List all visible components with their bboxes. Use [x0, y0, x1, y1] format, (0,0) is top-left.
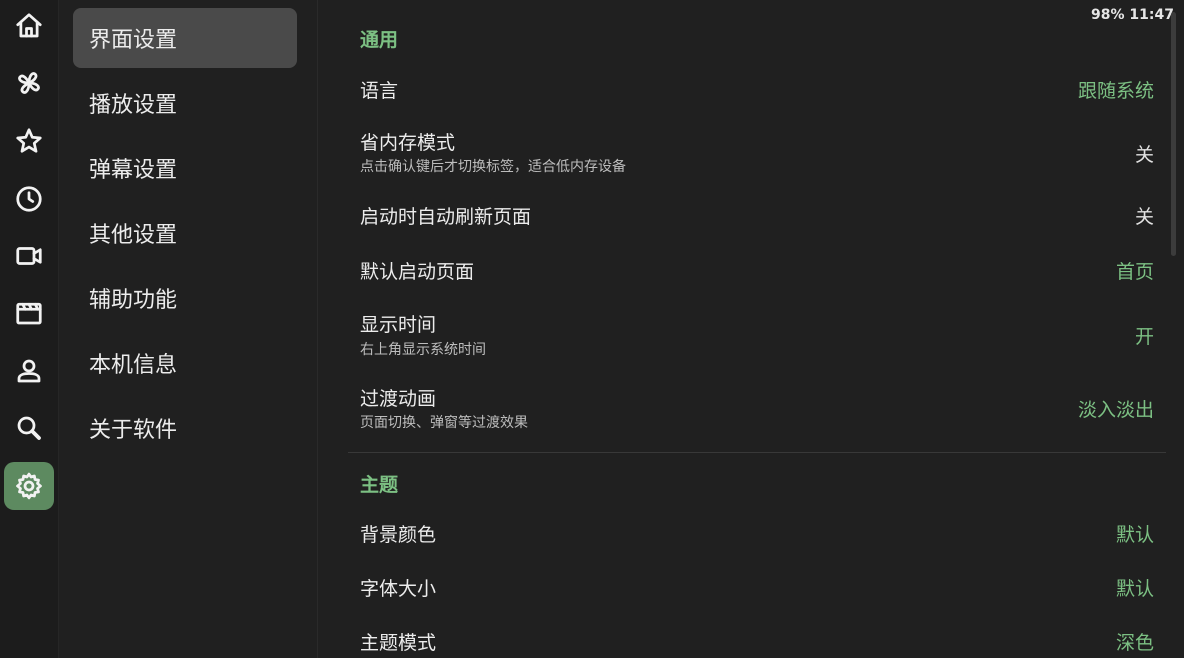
setting-description: 页面切换、弹窗等过渡效果 [360, 415, 528, 431]
setting-label: 语言 [360, 80, 399, 102]
menu-item-playback[interactable]: 播放设置 [73, 73, 297, 133]
setting-memory-saver[interactable]: 省内存模式 点击确认键后才切换标签，适合低内存设备 关 [360, 120, 1154, 184]
setting-default-page[interactable]: 默认启动页面 首页 [360, 243, 1154, 297]
setting-description: 右上角显示系统时间 [360, 342, 486, 358]
setting-value: 关 [1134, 206, 1154, 228]
setting-language[interactable]: 语言 跟随系统 [360, 60, 1154, 116]
menu-item-device-info[interactable]: 本机信息 [73, 333, 297, 393]
menu-item-label: 弹幕设置 [89, 158, 178, 183]
nav-history[interactable] [4, 175, 54, 223]
clapperboard-icon [16, 302, 42, 325]
setting-value: 深色 [1115, 632, 1154, 654]
setting-value: 开 [1134, 326, 1154, 348]
menu-item-label: 播放设置 [89, 93, 178, 118]
setting-label: 省内存模式 [360, 132, 456, 154]
setting-background-color[interactable]: 背景颜色 默认 [360, 506, 1154, 560]
menu-item-label: 界面设置 [89, 28, 178, 53]
setting-value: 跟随系统 [1077, 80, 1154, 102]
nav-settings[interactable] [4, 462, 54, 510]
setting-show-time[interactable]: 显示时间 右上角显示系统时间 开 [360, 302, 1154, 366]
nav-movies[interactable] [4, 289, 54, 337]
setting-label: 过渡动画 [360, 388, 437, 410]
menu-item-label: 关于软件 [89, 418, 178, 443]
section-divider [348, 452, 1166, 453]
clock-icon [16, 186, 42, 212]
menu-item-label: 其他设置 [89, 223, 178, 248]
section-title-theme: 主题 [360, 474, 399, 496]
setting-label: 默认启动页面 [360, 261, 475, 283]
setting-theme-mode[interactable]: 主题模式 深色 [360, 614, 1154, 658]
setting-description: 点击确认键后才切换标签，适合低内存设备 [360, 159, 626, 175]
star-icon [16, 128, 42, 153]
setting-value: 首页 [1115, 261, 1154, 283]
video-icon [16, 247, 42, 265]
setting-transition-animation[interactable]: 过渡动画 页面切换、弹窗等过渡效果 淡入淡出 [360, 376, 1154, 440]
settings-menu: 界面设置 播放设置 弹幕设置 其他设置 辅助功能 本机信息 关于软件 [59, 0, 318, 658]
nav-favorites[interactable] [4, 117, 54, 165]
person-icon [17, 359, 41, 383]
setting-value: 默认 [1115, 578, 1154, 600]
menu-item-about[interactable]: 关于软件 [73, 398, 297, 458]
menu-item-other[interactable]: 其他设置 [73, 203, 297, 263]
setting-label: 主题模式 [360, 632, 437, 654]
nav-discover[interactable] [4, 59, 54, 107]
search-icon [17, 416, 41, 440]
home-icon [16, 13, 42, 38]
setting-auto-refresh[interactable]: 启动时自动刷新页面 关 [360, 188, 1154, 242]
nav-profile[interactable] [4, 347, 54, 395]
setting-value: 默认 [1115, 524, 1154, 546]
setting-label: 启动时自动刷新页面 [360, 206, 532, 228]
menu-item-label: 辅助功能 [89, 288, 178, 313]
setting-font-size[interactable]: 字体大小 默认 [360, 560, 1154, 614]
menu-item-danmaku[interactable]: 弹幕设置 [73, 138, 297, 198]
setting-label: 背景颜色 [360, 524, 437, 546]
pinwheel-icon [18, 72, 40, 94]
nav-rail [0, 0, 59, 658]
nav-search[interactable] [4, 404, 54, 452]
menu-item-interface[interactable]: 界面设置 [73, 8, 297, 68]
setting-value: 淡入淡出 [1077, 399, 1154, 421]
setting-value: 关 [1134, 144, 1154, 166]
nav-live[interactable] [4, 232, 54, 280]
setting-label: 字体大小 [360, 578, 437, 600]
settings-content: 通用 语言 跟随系统 省内存模式 点击确认键后才切换标签，适合低内存设备 关 启… [318, 0, 1168, 658]
setting-label: 显示时间 [360, 314, 437, 336]
menu-item-label: 本机信息 [89, 353, 178, 378]
nav-home[interactable] [4, 2, 54, 50]
menu-item-accessibility[interactable]: 辅助功能 [73, 268, 297, 328]
gear-icon [16, 472, 42, 500]
section-title-general: 通用 [360, 29, 399, 51]
scrollbar[interactable] [1171, 12, 1176, 256]
